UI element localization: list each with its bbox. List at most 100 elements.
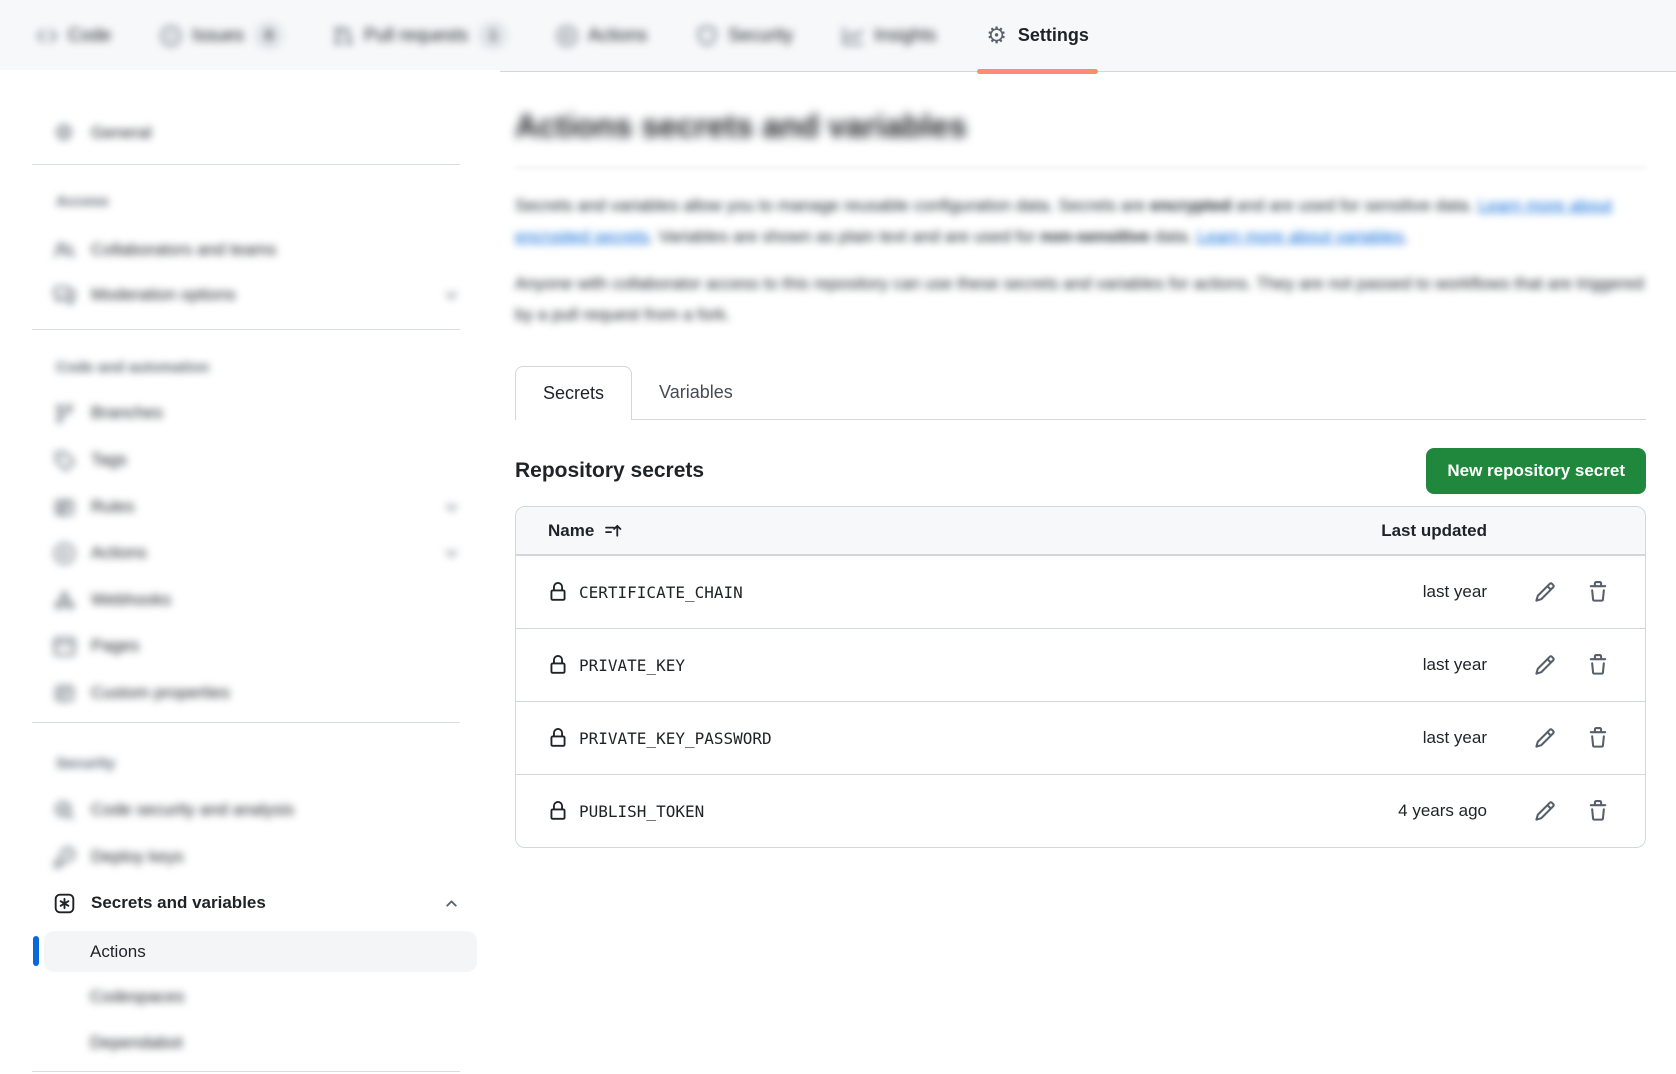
lock-icon: [548, 801, 568, 821]
sort-asc-icon[interactable]: [604, 522, 622, 540]
edit-secret-button[interactable]: [1534, 581, 1556, 603]
sidebar-section-code-automation: Code and automation: [56, 356, 209, 378]
nav-tab-security[interactable]: Security: [678, 0, 812, 71]
nav-tab-label: Pull requests: [364, 25, 468, 46]
secret-name: PRIVATE_KEY: [579, 656, 685, 675]
link-variables[interactable]: Learn more about variables: [1197, 227, 1404, 246]
nav-tab-actions[interactable]: Actions: [538, 0, 666, 71]
nav-tab-label: Security: [728, 25, 793, 46]
sidebar-item-actions-secrets[interactable]: Actions: [44, 931, 477, 972]
section-title: Repository secrets: [515, 459, 704, 483]
sidebar-item-actions-settings[interactable]: Actions: [53, 533, 460, 573]
chevron-down-icon: [443, 499, 460, 516]
sidebar-item-general[interactable]: ⚙ General: [53, 113, 460, 153]
git-branch-icon: [53, 402, 75, 424]
sidebar-item-branches[interactable]: Branches: [53, 393, 460, 433]
rules-icon: [53, 496, 75, 518]
issue-opened-icon: [161, 26, 181, 46]
chevron-down-icon: [443, 545, 460, 562]
column-header-name: Name: [548, 521, 594, 541]
divider: [32, 164, 460, 165]
graph-icon: [843, 26, 863, 46]
lock-icon: [548, 655, 568, 675]
nav-tab-issues[interactable]: Issues 8: [142, 0, 302, 71]
top-navigation: Code Issues 8 Pull requests 1 Actions Se…: [0, 0, 1676, 72]
secret-name: CERTIFICATE_CHAIN: [579, 583, 743, 602]
tab-variables[interactable]: Variables: [632, 366, 760, 419]
pull-requests-count-badge: 1: [479, 22, 507, 49]
shield-icon: [697, 26, 717, 46]
delete-secret-button[interactable]: [1587, 654, 1609, 676]
divider: [515, 167, 1646, 168]
edit-secret-button[interactable]: [1534, 800, 1556, 822]
edit-secret-button[interactable]: [1534, 727, 1556, 749]
sidebar-item-moderation[interactable]: Moderation options: [53, 275, 460, 315]
table-row: PRIVATE_KEY last year: [516, 628, 1645, 701]
sidebar-section-security: Security: [56, 752, 115, 774]
nav-tab-label: Issues: [192, 25, 244, 46]
sidebar-item-code-security[interactable]: Code security and analysis: [53, 790, 460, 830]
chevron-down-icon: [443, 287, 460, 304]
git-pull-request-icon: [333, 26, 353, 46]
nav-tab-label: Settings: [1018, 25, 1089, 46]
pencil-icon: [1534, 581, 1556, 603]
browser-icon: [53, 635, 75, 657]
sidebar-item-secrets-and-variables[interactable]: Secrets and variables: [53, 883, 460, 923]
delete-secret-button[interactable]: [1587, 800, 1609, 822]
comment-discussion-icon: [53, 284, 75, 306]
code-icon: [37, 26, 57, 46]
play-icon: [53, 542, 75, 564]
tab-secrets[interactable]: Secrets: [515, 366, 632, 420]
lock-icon: [548, 728, 568, 748]
pencil-icon: [1534, 800, 1556, 822]
table-header-row: Name Last updated: [516, 507, 1645, 555]
sidebar-item-codespaces-secrets[interactable]: Codespaces: [44, 977, 477, 1017]
table-row: PRIVATE_KEY_PASSWORD last year: [516, 701, 1645, 774]
secrets-table: Name Last updated CERTIFICATE_CHAIN last…: [515, 506, 1646, 848]
column-header-last-updated: Last updated: [1381, 521, 1487, 541]
asterisk-box-icon: [53, 892, 75, 914]
active-indicator: [33, 936, 39, 966]
sidebar-item-webhooks[interactable]: Webhooks: [53, 580, 460, 620]
delete-secret-button[interactable]: [1587, 727, 1609, 749]
last-updated-value: 4 years ago: [1398, 801, 1487, 821]
delete-secret-button[interactable]: [1587, 581, 1609, 603]
lock-icon: [548, 582, 568, 602]
last-updated-value: last year: [1423, 582, 1487, 602]
sidebar-item-collaborators[interactable]: Collaborators and teams: [53, 230, 460, 270]
edit-secret-button[interactable]: [1534, 654, 1556, 676]
pencil-icon: [1534, 654, 1556, 676]
table-row: PUBLISH_TOKEN 4 years ago: [516, 774, 1645, 847]
nav-tab-label: Code: [68, 25, 111, 46]
nav-tab-code[interactable]: Code: [18, 0, 130, 71]
key-icon: [53, 846, 75, 868]
sidebar-item-dependabot-secrets[interactable]: Dependabot: [44, 1023, 477, 1063]
sidebar-item-tags[interactable]: Tags: [53, 440, 460, 480]
secrets-variables-tabnav: Secrets Variables: [515, 366, 1646, 420]
sidebar-item-pages[interactable]: Pages: [53, 626, 460, 666]
nav-tab-insights[interactable]: Insights: [824, 0, 955, 71]
nav-tab-label: Actions: [588, 25, 647, 46]
trash-icon: [1587, 581, 1609, 603]
table-row: CERTIFICATE_CHAIN last year: [516, 555, 1645, 628]
sidebar-item-custom-properties[interactable]: Custom properties: [53, 673, 460, 713]
new-repository-secret-button[interactable]: New repository secret: [1426, 448, 1646, 494]
gear-icon: ⚙: [986, 24, 1007, 47]
repository-secrets-header: Repository secrets New repository secret: [515, 448, 1646, 494]
nav-tab-pull-requests[interactable]: Pull requests 1: [314, 0, 526, 71]
issues-count-badge: 8: [255, 22, 283, 49]
description-paragraph: Secrets and variables allow you to manag…: [515, 190, 1646, 252]
play-icon: [557, 26, 577, 46]
trash-icon: [1587, 654, 1609, 676]
description-paragraph-2: Anyone with collaborator access to this …: [515, 268, 1646, 330]
sidebar-item-rules[interactable]: Rules: [53, 487, 460, 527]
nav-tab-settings[interactable]: ⚙ Settings: [967, 0, 1108, 71]
divider: [32, 722, 460, 723]
trash-icon: [1587, 727, 1609, 749]
sidebar-section-access: Access: [56, 190, 109, 212]
pencil-icon: [1534, 727, 1556, 749]
sidebar-item-deploy-keys[interactable]: Deploy keys: [53, 837, 460, 877]
webhook-icon: [53, 589, 75, 611]
tag-icon: [53, 449, 75, 471]
codescan-icon: [53, 799, 75, 821]
